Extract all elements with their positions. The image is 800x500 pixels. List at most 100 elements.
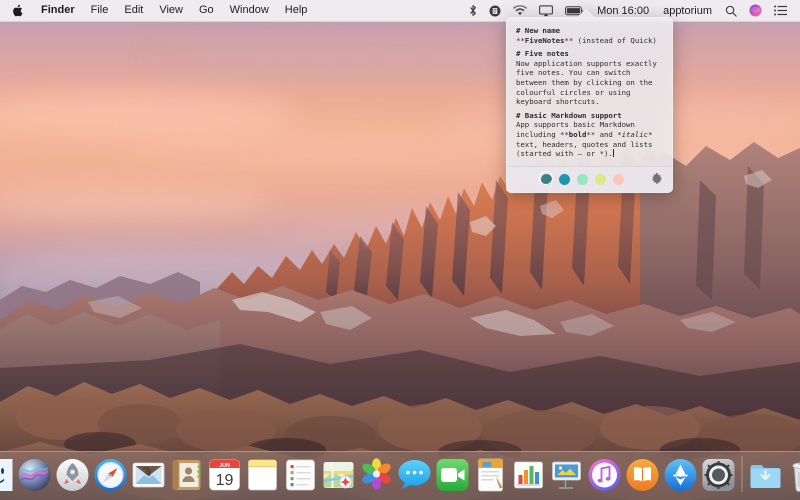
dock-item-contacts[interactable] [168,456,206,497]
menu-window[interactable]: Window [222,0,277,21]
dock-item-maps[interactable] [320,456,358,497]
note-text-run: keyboard shortcuts. [516,97,600,107]
note-line: text, headers, quotes and lists [516,140,664,150]
dock-item-photos-icon [362,457,391,490]
dock-item-notes[interactable] [244,456,282,497]
dock-item-system-preferences[interactable] [700,456,738,497]
dock-item-safari-icon [94,458,127,491]
note-text-run: App supports basic Markdown [516,120,635,130]
dock-item-trash-icon [792,461,800,492]
note-line: five notes. You can switch [516,68,664,78]
dock-item-mail[interactable] [130,456,168,497]
dock-item-reminders[interactable] [282,456,320,497]
dock-item-app-store[interactable] [662,456,700,497]
gear-icon[interactable] [650,172,664,186]
dock: JUN 19 [0,451,800,500]
dock-item-facetime-icon [436,458,469,491]
note-line: keyboard shortcuts. [516,97,664,107]
note-color-selector [538,171,624,186]
note-color-teal[interactable] [538,171,553,186]
note-line: App supports basic Markdown [516,120,664,130]
note-text-run: FiveNotes [524,35,565,45]
svg-text:JUN: JUN [219,463,230,469]
fivenotes-popover: # New name **FiveNotes** (instead of Quic… [506,9,673,193]
note-text-area[interactable]: # New name **FiveNotes** (instead of Quic… [507,18,672,166]
dock-item-downloads[interactable] [747,456,785,497]
note-line: between them by clicking on the [516,78,664,88]
bluetooth-icon[interactable] [463,0,483,21]
dock-item-facetime[interactable] [434,456,472,497]
note-line: Now application supports exactly [516,59,664,69]
dock-item-maps-icon [323,461,354,488]
popover-body: # New name **FiveNotes** (instead of Quic… [506,17,673,193]
note-text-run: (started with – or *). [516,149,613,159]
menu-app-name[interactable]: Finder [33,0,83,21]
note-text-run: text, headers, quotes and lists [516,139,653,149]
dock-item-photos[interactable] [358,456,396,497]
dock-item-contacts-icon [172,459,201,490]
desktop-screen: Finder File Edit View Go Window Help Mon… [0,0,800,500]
menu-help[interactable]: Help [277,0,316,21]
dock-item-numbers-icon [514,461,543,488]
note-text-run: ** [516,35,525,45]
svg-text:19: 19 [216,472,234,489]
note-color-green[interactable] [577,173,588,185]
note-line: (started with – or *). [516,149,664,159]
menu-edit[interactable]: Edit [116,0,151,21]
dock-item-ibooks-icon [626,458,659,491]
fivenotes-menu-icon[interactable] [483,0,507,21]
siri-icon[interactable] [743,0,768,21]
dock-item-mail-icon [132,462,165,487]
spotlight-search-icon[interactable] [719,0,743,21]
dock-item-safari[interactable] [92,456,130,497]
popover-toolbar [507,165,672,192]
dock-item-system-preferences-icon [702,458,735,491]
dock-item-pages[interactable] [472,456,510,497]
note-color-yellow[interactable] [595,173,606,185]
dock-item-finder[interactable] [0,456,16,497]
dock-item-ibooks[interactable] [624,456,662,497]
menu-view[interactable]: View [151,0,191,21]
dock-item-reminders-icon [286,459,315,490]
dock-item-app-store-icon [664,458,697,491]
dock-item-keynote-icon [552,461,581,489]
dock-separator [741,456,743,492]
dock-item-messages-icon [398,459,431,489]
dock-item-calendar-icon: JUN 19 [209,459,240,490]
note-color-blue[interactable] [559,173,570,185]
note-line: including **bold** and *italic* [516,130,664,140]
dock-item-launchpad[interactable] [54,456,92,497]
dock-item-numbers[interactable] [510,456,548,497]
note-text-run: Now application supports exactly [516,58,657,68]
dock-item-keynote[interactable] [548,456,586,497]
note-text-run: ** (instead of Quick) [564,35,657,45]
note-text-run: bold [568,129,587,139]
note-text-run: ** and * [586,129,622,139]
menu-file[interactable]: File [83,0,117,21]
menu-bar-left: Finder File Edit View Go Window Help [0,0,315,21]
menu-bar: Finder File Edit View Go Window Help Mon… [0,0,800,22]
popover-arrow [576,9,596,18]
dock-item-messages[interactable] [396,456,434,497]
note-text-run: including ** [516,129,569,139]
dock-item-pages-icon [478,458,503,491]
menu-go[interactable]: Go [191,0,222,21]
dock-item-itunes[interactable] [586,456,624,497]
dock-item-siri-icon [18,458,51,491]
apple-logo-icon[interactable] [8,0,33,21]
dock-item-calendar[interactable]: JUN 19 [206,456,244,497]
desktop-wallpaper [0,0,800,500]
notification-center-icon[interactable] [768,0,793,21]
dock-item-trash[interactable] [785,456,800,497]
dock-item-finder-icon [0,458,13,491]
note-line: **FiveNotes** (instead of Quick) [516,36,664,46]
note-text-run: italic [621,129,649,139]
note-color-pink[interactable] [613,173,624,185]
dock-item-siri[interactable] [16,456,54,497]
note-text-run: between them by clicking on the [516,77,653,87]
note-heading: # Five notes [516,49,569,59]
text-cursor [612,149,614,158]
note-text-run: five notes. You can switch [516,68,631,78]
wallpaper-mountains [0,142,800,500]
note-heading: # New name [516,26,560,35]
